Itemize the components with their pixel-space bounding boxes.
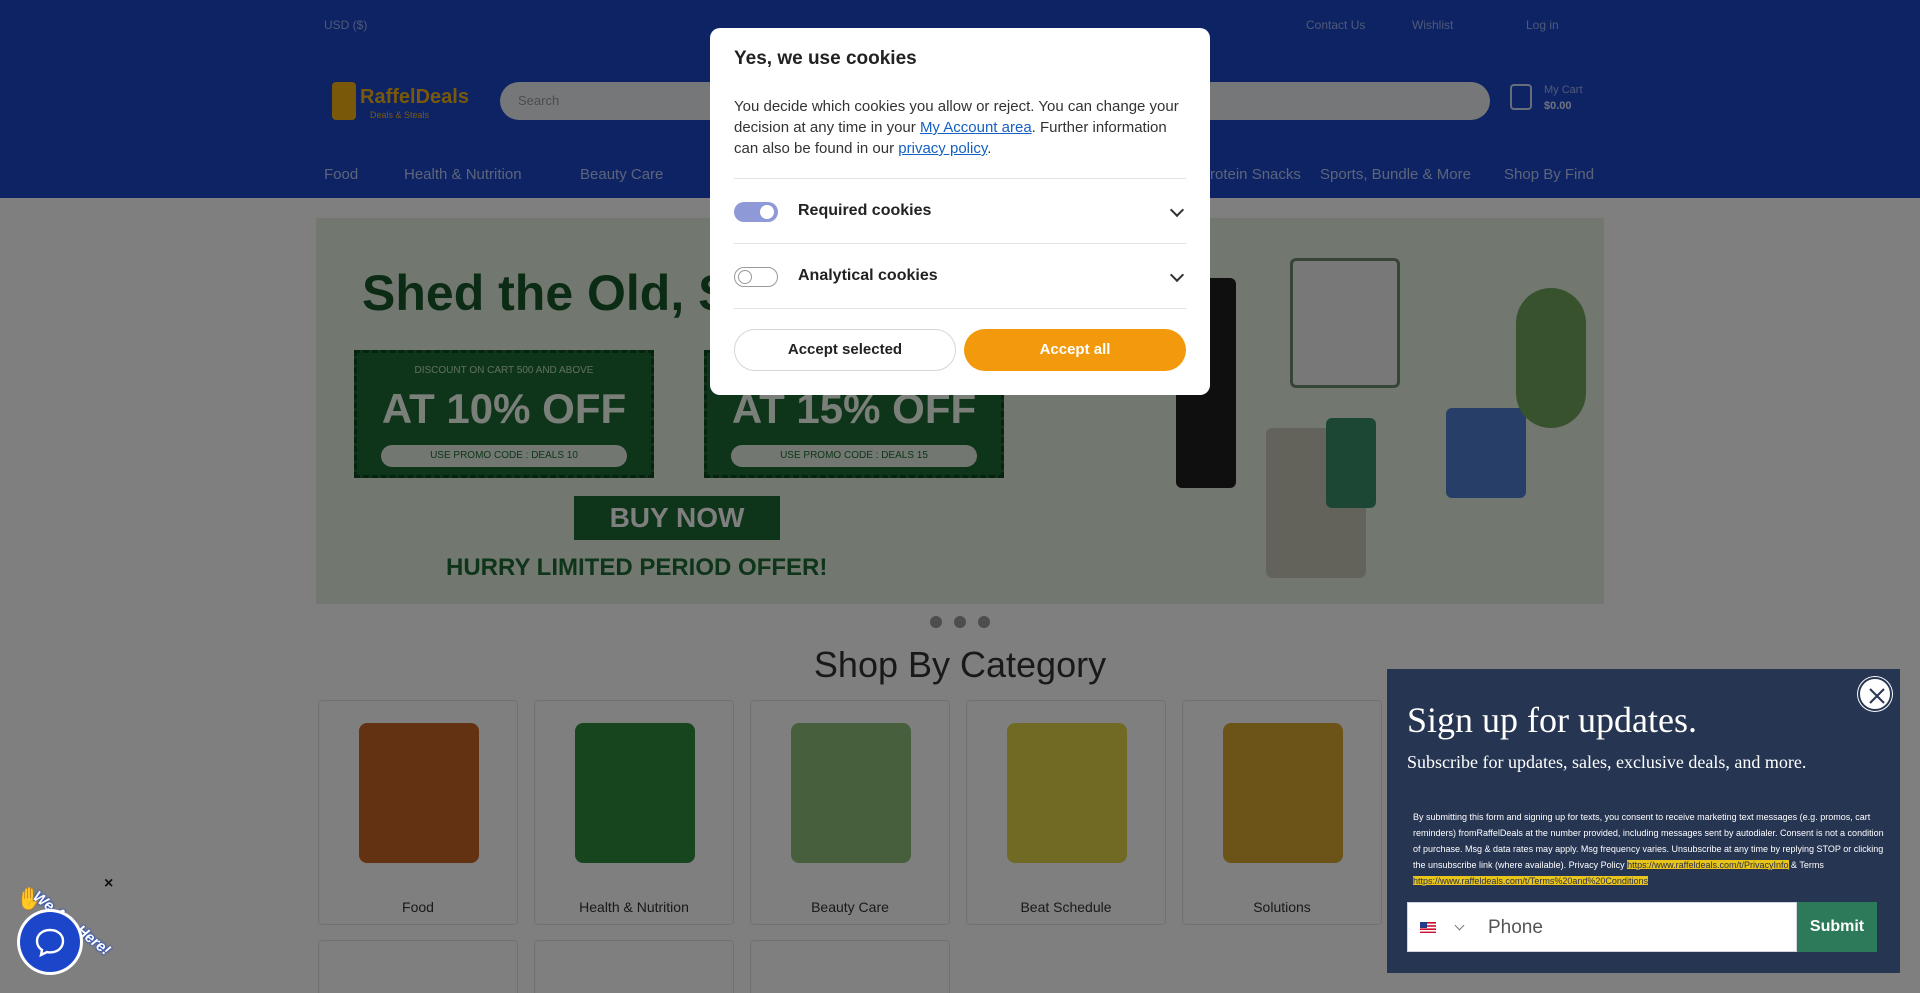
privacy-policy-link[interactable]: privacy policy [898, 140, 987, 157]
analytical-cookies-toggle[interactable] [734, 267, 778, 287]
required-cookies-label: Required cookies [798, 202, 932, 219]
phone-input[interactable] [1488, 913, 1788, 943]
my-account-link[interactable]: My Account area [920, 119, 1032, 136]
us-flag-icon[interactable] [1420, 922, 1436, 933]
cookie-title: Yes, we use cookies [734, 48, 917, 69]
phone-field[interactable] [1407, 902, 1797, 952]
submit-button[interactable]: Submit [1797, 902, 1877, 952]
chat-bubble-icon [35, 928, 65, 957]
chevron-down-icon[interactable] [1169, 202, 1185, 218]
required-cookies-row[interactable]: Required cookies [734, 191, 1186, 231]
analytical-cookies-row[interactable]: Analytical cookies [734, 256, 1186, 296]
close-icon[interactable] [1858, 677, 1892, 711]
close-icon[interactable]: × [104, 876, 113, 892]
accept-selected-button[interactable]: Accept selected [734, 329, 956, 371]
signup-subtitle: Subscribe for updates, sales, exclusive … [1407, 752, 1807, 772]
accept-all-button[interactable]: Accept all [964, 329, 1186, 371]
signup-popup: Sign up for updates. Subscribe for updat… [1387, 669, 1900, 973]
fine-print-text: & Terms [1788, 860, 1824, 870]
privacy-policy-url[interactable]: https://www.raffeldeals.com/t/PrivacyInf… [1627, 860, 1789, 870]
divider [734, 178, 1186, 179]
chat-widget[interactable]: × ✋ We Are Here! [12, 876, 114, 976]
chat-bubble-button[interactable] [20, 912, 80, 972]
chevron-down-icon[interactable] [1169, 267, 1185, 283]
divider [734, 308, 1186, 309]
signup-title: Sign up for updates. [1407, 700, 1697, 740]
toggle-knob [738, 270, 752, 284]
signup-fine-print: By submitting this form and signing up f… [1413, 809, 1885, 889]
chevron-down-icon[interactable] [1454, 920, 1465, 931]
cookie-description: You decide which cookies you allow or re… [734, 96, 1190, 159]
terms-url[interactable]: https://www.raffeldeals.com/t/Terms%20an… [1413, 876, 1648, 886]
analytical-cookies-label: Analytical cookies [798, 267, 938, 284]
divider [734, 243, 1186, 244]
cookie-dialog: Yes, we use cookies You decide which coo… [710, 28, 1210, 395]
required-cookies-toggle[interactable] [734, 202, 778, 222]
toggle-knob [760, 205, 774, 219]
cookie-desc-text: . [987, 140, 992, 157]
